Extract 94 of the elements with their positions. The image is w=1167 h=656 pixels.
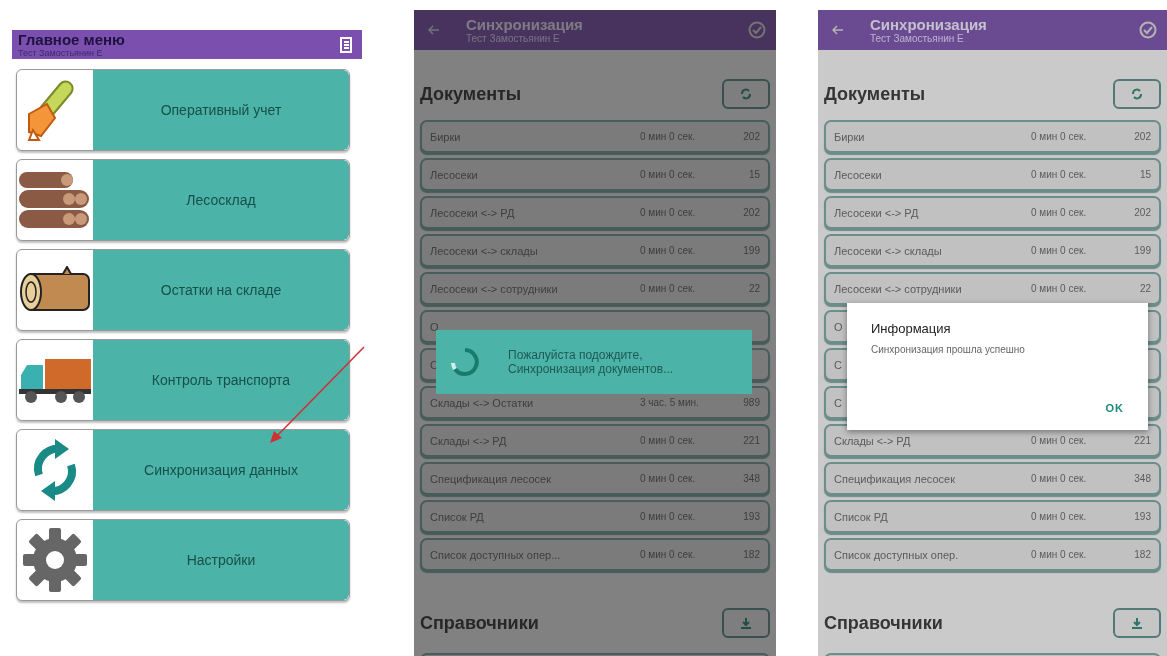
user-name: Тест Замостьянин Е <box>870 32 964 45</box>
record-count: 193 <box>1133 511 1151 522</box>
section-title: Документы <box>420 83 522 105</box>
refresh-button[interactable] <box>722 79 770 109</box>
menu-button[interactable]: Оперативный учет <box>93 70 349 150</box>
sync-row[interactable]: Бирки 0 мин 0 сек. 202 <box>824 120 1161 153</box>
row-title: О <box>834 320 843 333</box>
row-title: Список РД <box>834 510 888 523</box>
sync-duration: 0 мин 0 сек. <box>1031 511 1088 522</box>
sync-duration: 0 мин 0 сек. <box>1031 473 1088 484</box>
download-button[interactable] <box>1113 608 1161 638</box>
row-title: Лесосеки <box>834 168 882 181</box>
progress-message: Синхронизация документов... <box>508 362 674 376</box>
sync-row[interactable]: Список РД 0 мин 0 сек. 193 <box>824 500 1161 533</box>
row-title: Лесосеки <-> РД <box>430 206 515 219</box>
record-count: 202 <box>1133 207 1151 218</box>
record-count: 348 <box>742 473 760 484</box>
sync-duration: 0 мин 0 сек. <box>1031 131 1088 142</box>
record-count: 348 <box>1133 473 1151 484</box>
sync-row[interactable]: Лесосеки <-> РД 0 мин 0 сек. 202 <box>824 196 1161 229</box>
record-count: 182 <box>742 549 760 560</box>
menu-button[interactable]: Настройки <box>93 520 349 600</box>
row-title: Бирки <box>834 130 865 143</box>
sync-duration: 0 мин 0 сек. <box>1031 245 1088 256</box>
record-count: 221 <box>1133 435 1151 446</box>
row-title: Лесосеки <-> сотрудники <box>430 282 558 295</box>
record-count: 199 <box>742 245 760 256</box>
row-title: Лесосеки <-> сотрудники <box>834 282 962 295</box>
sync-duration: 0 мин 0 сек. <box>1031 435 1088 446</box>
row-title: О <box>430 320 439 333</box>
back-arrow-icon[interactable] <box>832 25 844 35</box>
sync-row[interactable]: Лесосеки 0 мин 0 сек. 15 <box>824 158 1161 191</box>
record-count: 182 <box>1133 549 1151 560</box>
dialog-title: Информация <box>871 321 952 336</box>
user-name: Тест Замостьянин Е <box>466 32 560 45</box>
row-title: Склады <-> РД <box>430 434 507 447</box>
dialog-message: Синхронизация прошла успешно <box>871 344 1026 355</box>
row-title: Лесосеки <box>430 168 478 181</box>
sync-duration: 0 мин 0 сек. <box>1031 169 1088 180</box>
record-count: 15 <box>1138 169 1151 180</box>
log-icon <box>17 266 93 314</box>
row-title: С <box>834 358 842 371</box>
back-arrow-icon[interactable] <box>428 25 440 35</box>
row-title: С <box>834 396 842 409</box>
row-title: Лесосеки <-> склады <box>834 244 942 257</box>
row-title: Склады <-> РД <box>834 434 911 447</box>
row-title: Список РД <box>430 510 484 523</box>
row-title: Склады <-> Остатки <box>430 396 534 409</box>
row-title: Список доступных опер... <box>430 548 561 561</box>
sync-duration: 0 мин 0 сек. <box>1031 207 1088 218</box>
sync-row[interactable]: Лесосеки <-> склады 0 мин 0 сек. 199 <box>824 234 1161 267</box>
record-count: 989 <box>742 397 760 408</box>
record-count: 193 <box>742 511 760 522</box>
row-title: Спецификация лесосек <box>430 472 551 485</box>
record-count: 221 <box>742 435 760 446</box>
sync-duration: 0 мин 0 сек. <box>1031 283 1088 294</box>
refresh-button[interactable] <box>1113 79 1161 109</box>
refresh-icon <box>1130 87 1144 101</box>
menu-button[interactable]: Остатки на складе <box>93 250 349 330</box>
section-title: Справочники <box>420 612 539 634</box>
record-count: 22 <box>747 283 760 294</box>
record-count: 202 <box>742 131 760 142</box>
row-title: Спецификация лесосек <box>834 472 955 485</box>
sync-row[interactable]: Лесосеки <-> сотрудники 0 мин 0 сек. 22 <box>824 272 1161 305</box>
row-title: Лесосеки <-> склады <box>430 244 538 257</box>
ok-button[interactable]: OK <box>1101 400 1128 416</box>
refresh-icon <box>739 87 753 101</box>
spinner-icon <box>450 347 480 377</box>
check-circle-icon[interactable] <box>748 21 766 39</box>
record-count: 202 <box>1133 131 1151 142</box>
row-title: Лесосеки <-> РД <box>834 206 919 219</box>
section-title: Документы <box>824 83 926 105</box>
record-count: 202 <box>742 207 760 218</box>
sync-duration: 0 мин 0 сек. <box>1031 549 1088 560</box>
gear-icon <box>21 526 89 594</box>
menu-button[interactable]: Контроль транспорта <box>93 340 349 420</box>
row-title: Список доступных опер. <box>834 548 959 561</box>
record-count: 15 <box>747 169 760 180</box>
download-icon <box>1130 616 1144 630</box>
screen-title: Главное меню <box>18 31 125 48</box>
record-count: 199 <box>1133 245 1151 256</box>
screen-title: Синхронизация <box>870 15 988 33</box>
row-title: Бирки <box>430 130 461 143</box>
download-icon <box>739 616 753 630</box>
progress-message: Пожалуйста подождите, <box>508 348 644 362</box>
section-title: Справочники <box>824 612 943 634</box>
screen-title: Синхронизация <box>466 15 584 33</box>
menu-button[interactable]: Синхронизация данных <box>93 430 349 510</box>
sync-row[interactable]: Спецификация лесосек 0 мин 0 сек. 348 <box>824 462 1161 495</box>
menu-button[interactable]: Лесосклад <box>93 160 349 240</box>
sync-row[interactable]: Список доступных опер. 0 мин 0 сек. 182 <box>824 538 1161 571</box>
download-button[interactable] <box>722 608 770 638</box>
check-circle-icon[interactable] <box>1139 21 1157 39</box>
record-count: 22 <box>1138 283 1151 294</box>
